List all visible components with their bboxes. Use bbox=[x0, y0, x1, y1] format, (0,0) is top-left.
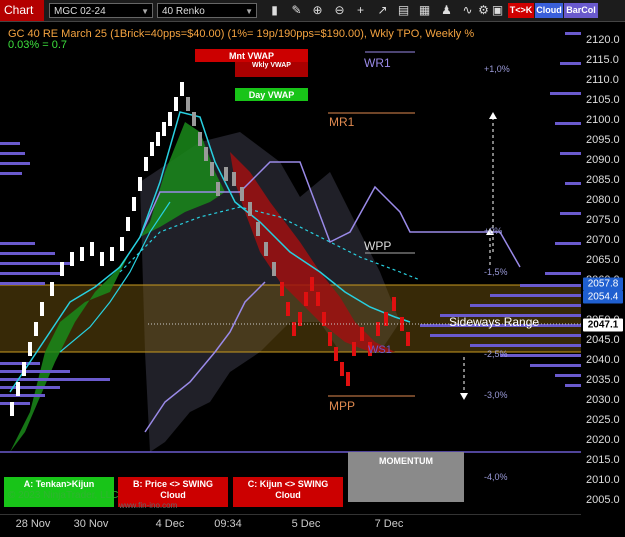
instrument-value: MGC 02-24 bbox=[54, 6, 106, 17]
left-volume-profile bbox=[0, 142, 110, 405]
pct-label-n15: -1,5% bbox=[484, 267, 508, 277]
pct-label-p00: +0% bbox=[484, 226, 503, 236]
kijun-swing-line1: C: Kijun <> SWING bbox=[247, 479, 329, 489]
zoom-in-icon[interactable]: ⊕ bbox=[309, 2, 326, 19]
bar-type-value: 40 Renko bbox=[162, 6, 205, 17]
time-label: 7 Dec bbox=[374, 518, 404, 530]
target-up-arrowhead bbox=[489, 112, 497, 119]
time-label: 28 Nov bbox=[15, 518, 51, 530]
pct-label-n30: -3,0% bbox=[484, 390, 508, 400]
price-tick: 2085.0 bbox=[586, 174, 620, 186]
time-label: 09:34 bbox=[214, 518, 242, 530]
bar-style-icon[interactable]: ▮ bbox=[266, 2, 283, 19]
price-tick: 2120.0 bbox=[586, 34, 620, 46]
time-axis[interactable]: 28 Nov 30 Nov 4 Dec 09:34 5 Dec 7 Dec bbox=[0, 514, 581, 537]
chart-toolbar: Chart MGC 02-24 ▼ 40 Renko ▼ ▮ ✎ ⊕ ⊖ + ↗ ▤… bbox=[0, 0, 625, 22]
strategies-icon[interactable]: ♟ bbox=[438, 2, 455, 19]
kijun-swing-cloud-button[interactable]: C: Kijun <> SWING Cloud bbox=[233, 479, 343, 501]
price-chart-canvas[interactable] bbox=[0, 22, 625, 514]
price-tick: 2015.0 bbox=[586, 454, 620, 466]
indicator-icon[interactable]: ∿ bbox=[459, 2, 476, 19]
range-lower-price-tag: 2054.4 bbox=[583, 290, 623, 304]
price-tick: 2005.0 bbox=[586, 494, 620, 506]
wr1-label: WR1 bbox=[364, 56, 391, 70]
cloud-toggle-button[interactable]: Cloud bbox=[535, 3, 563, 18]
week-vwap-label: Wkly VWAP bbox=[252, 62, 291, 69]
tenkan-kijun-button[interactable]: A: Tenkan>Kijun bbox=[4, 479, 114, 489]
price-swing-line1: B: Price <> SWING bbox=[132, 479, 214, 489]
price-axis[interactable]: 2120.0 2115.0 2110.0 2105.0 2100.0 2095.… bbox=[581, 22, 625, 514]
zoom-out-icon[interactable]: ⊖ bbox=[331, 2, 348, 19]
watermark-url: www.fin-ino.com bbox=[119, 501, 178, 510]
target-down-arrowhead bbox=[460, 393, 468, 400]
price-tick: 2100.0 bbox=[586, 114, 620, 126]
price-tick: 2080.0 bbox=[586, 194, 620, 206]
draw-arrow-icon[interactable]: ↗ bbox=[374, 2, 391, 19]
instrument-selector[interactable]: MGC 02-24 ▼ bbox=[49, 3, 153, 18]
price-tick: 2020.0 bbox=[586, 434, 620, 446]
price-swing-cloud-button[interactable]: B: Price <> SWING Cloud bbox=[118, 479, 228, 501]
pct-label-n40: -4,0% bbox=[484, 472, 508, 482]
price-tick: 2025.0 bbox=[586, 414, 620, 426]
wpp-label: WPP bbox=[364, 239, 392, 253]
pct-label-n25: -2,5% bbox=[484, 349, 508, 359]
chevron-down-icon: ▼ bbox=[141, 7, 149, 16]
mpp-label: MPP bbox=[329, 399, 356, 413]
pct-label-p10: +1,0% bbox=[484, 64, 510, 74]
last-price-tag: 2047.1 bbox=[583, 318, 623, 332]
price-tick: 2110.0 bbox=[586, 74, 619, 86]
properties-icon[interactable]: ▤ bbox=[395, 2, 412, 19]
price-swing-line2: Cloud bbox=[160, 490, 186, 500]
price-tick: 2115.0 bbox=[586, 54, 619, 66]
day-vwap-label: Day VWAP bbox=[248, 90, 295, 100]
ws1-label: WS1 bbox=[368, 344, 392, 356]
chevron-down-icon: ▼ bbox=[245, 7, 253, 16]
price-tick: 2095.0 bbox=[586, 134, 620, 146]
price-tick: 2035.0 bbox=[586, 374, 620, 386]
sideways-range-label: Sideways Range bbox=[449, 315, 540, 329]
momentum-label: MOMENTUM bbox=[379, 456, 433, 466]
month-vwap-label: Mnt VWAP bbox=[229, 51, 274, 61]
time-label: 5 Dec bbox=[291, 518, 321, 530]
price-tick: 2105.0 bbox=[586, 94, 620, 106]
price-tick: 2065.0 bbox=[586, 254, 620, 266]
data-box-icon[interactable]: ▦ bbox=[416, 2, 433, 19]
price-tick: 2075.0 bbox=[586, 214, 620, 226]
price-tick: 2040.0 bbox=[586, 354, 620, 366]
screenshot-icon[interactable]: ▣ bbox=[489, 2, 506, 19]
chart-header-line1: GC 40 RE March 25 (1Brick=40pps=$40.00) … bbox=[8, 28, 475, 40]
price-tick: 2030.0 bbox=[586, 394, 620, 406]
kijun-swing-line2: Cloud bbox=[275, 490, 301, 500]
crosshair-icon[interactable]: + bbox=[352, 2, 369, 19]
bar-type-selector[interactable]: 40 Renko ▼ bbox=[157, 3, 257, 18]
drawing-tool-icon[interactable]: ✎ bbox=[288, 2, 305, 19]
time-label: 30 Nov bbox=[73, 518, 109, 530]
window-title: Chart bbox=[0, 0, 44, 21]
mr1-label: MR1 bbox=[329, 115, 355, 129]
copyright-text: © 2023 NinjaTrader, LLC bbox=[8, 490, 119, 501]
barcol-toggle-button[interactable]: BarCol bbox=[564, 3, 598, 18]
price-tick: 2045.0 bbox=[586, 334, 620, 346]
range-upper-price-tag: 2057.8 bbox=[583, 277, 623, 291]
price-tick: 2010.0 bbox=[586, 474, 620, 486]
price-tick: 2070.0 bbox=[586, 234, 620, 246]
tk-toggle-button[interactable]: T<>K bbox=[508, 3, 534, 18]
time-label: 4 Dec bbox=[155, 518, 185, 530]
price-tick: 2090.0 bbox=[586, 154, 620, 166]
chart-header-line2: 0.03% = 0.7 bbox=[8, 39, 68, 51]
